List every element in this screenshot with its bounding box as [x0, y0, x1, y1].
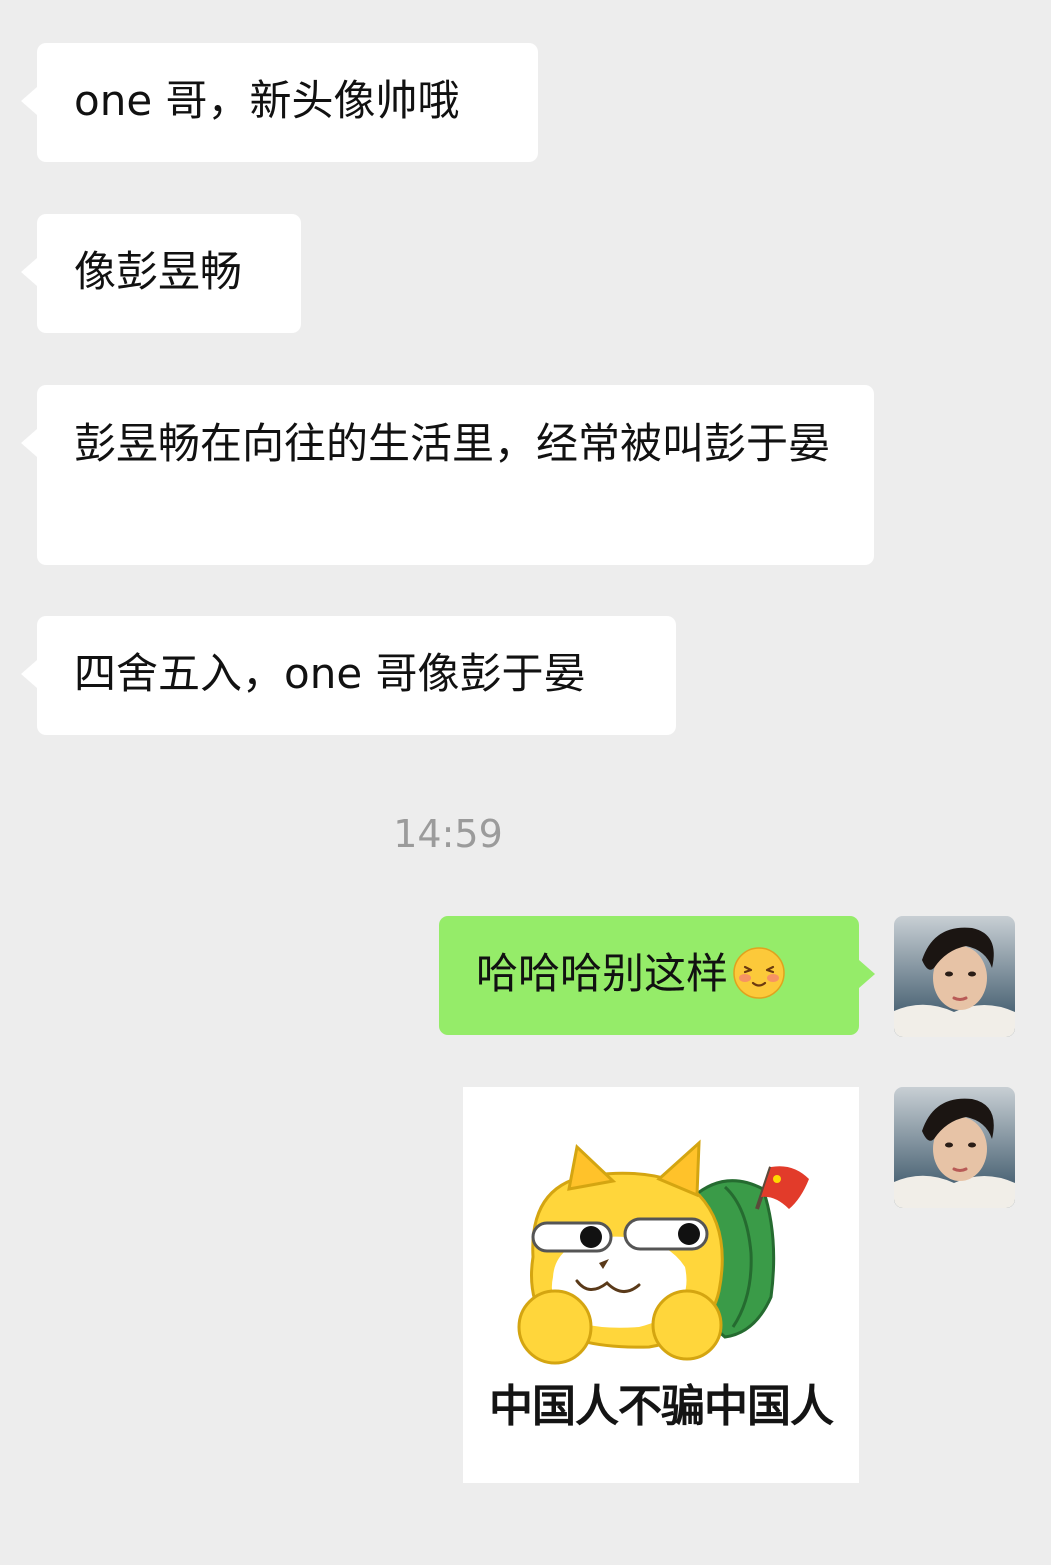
message-text: 哈哈哈别这样: [476, 949, 729, 998]
message-text: 四舍五入，one 哥像彭于晏: [74, 649, 586, 698]
blush-smile-emoji-icon: [733, 947, 785, 999]
message-text: one 哥，新头像帅哦: [74, 76, 460, 125]
message-timestamp: 14:59: [393, 812, 503, 856]
sticker-caption: 中国人不骗中国人: [489, 1381, 834, 1432]
user-avatar[interactable]: [894, 1087, 1015, 1208]
message-text: 像彭昱畅: [74, 247, 243, 296]
incoming-message-bubble[interactable]: 彭昱畅在向往的生活里，经常被叫彭于晏: [21, 385, 874, 565]
user-avatar[interactable]: [894, 916, 1015, 1037]
sticker-message[interactable]: 中国人不骗中国人: [463, 1087, 859, 1483]
incoming-message-bubble[interactable]: one 哥，新头像帅哦: [21, 43, 538, 162]
avatar-portrait-icon: [894, 1087, 1015, 1208]
outgoing-message-bubble[interactable]: 哈哈哈别这样: [439, 916, 875, 1035]
incoming-message-bubble[interactable]: 四舍五入，one 哥像彭于晏: [21, 616, 676, 735]
avatar-portrait-icon: [894, 916, 1015, 1037]
incoming-message-bubble[interactable]: 像彭昱畅: [21, 214, 301, 333]
shiba-backpack-flag-sticker-icon: [517, 1139, 809, 1365]
message-text: 彭昱畅在向往的生活里，经常被叫彭于晏: [74, 419, 831, 468]
